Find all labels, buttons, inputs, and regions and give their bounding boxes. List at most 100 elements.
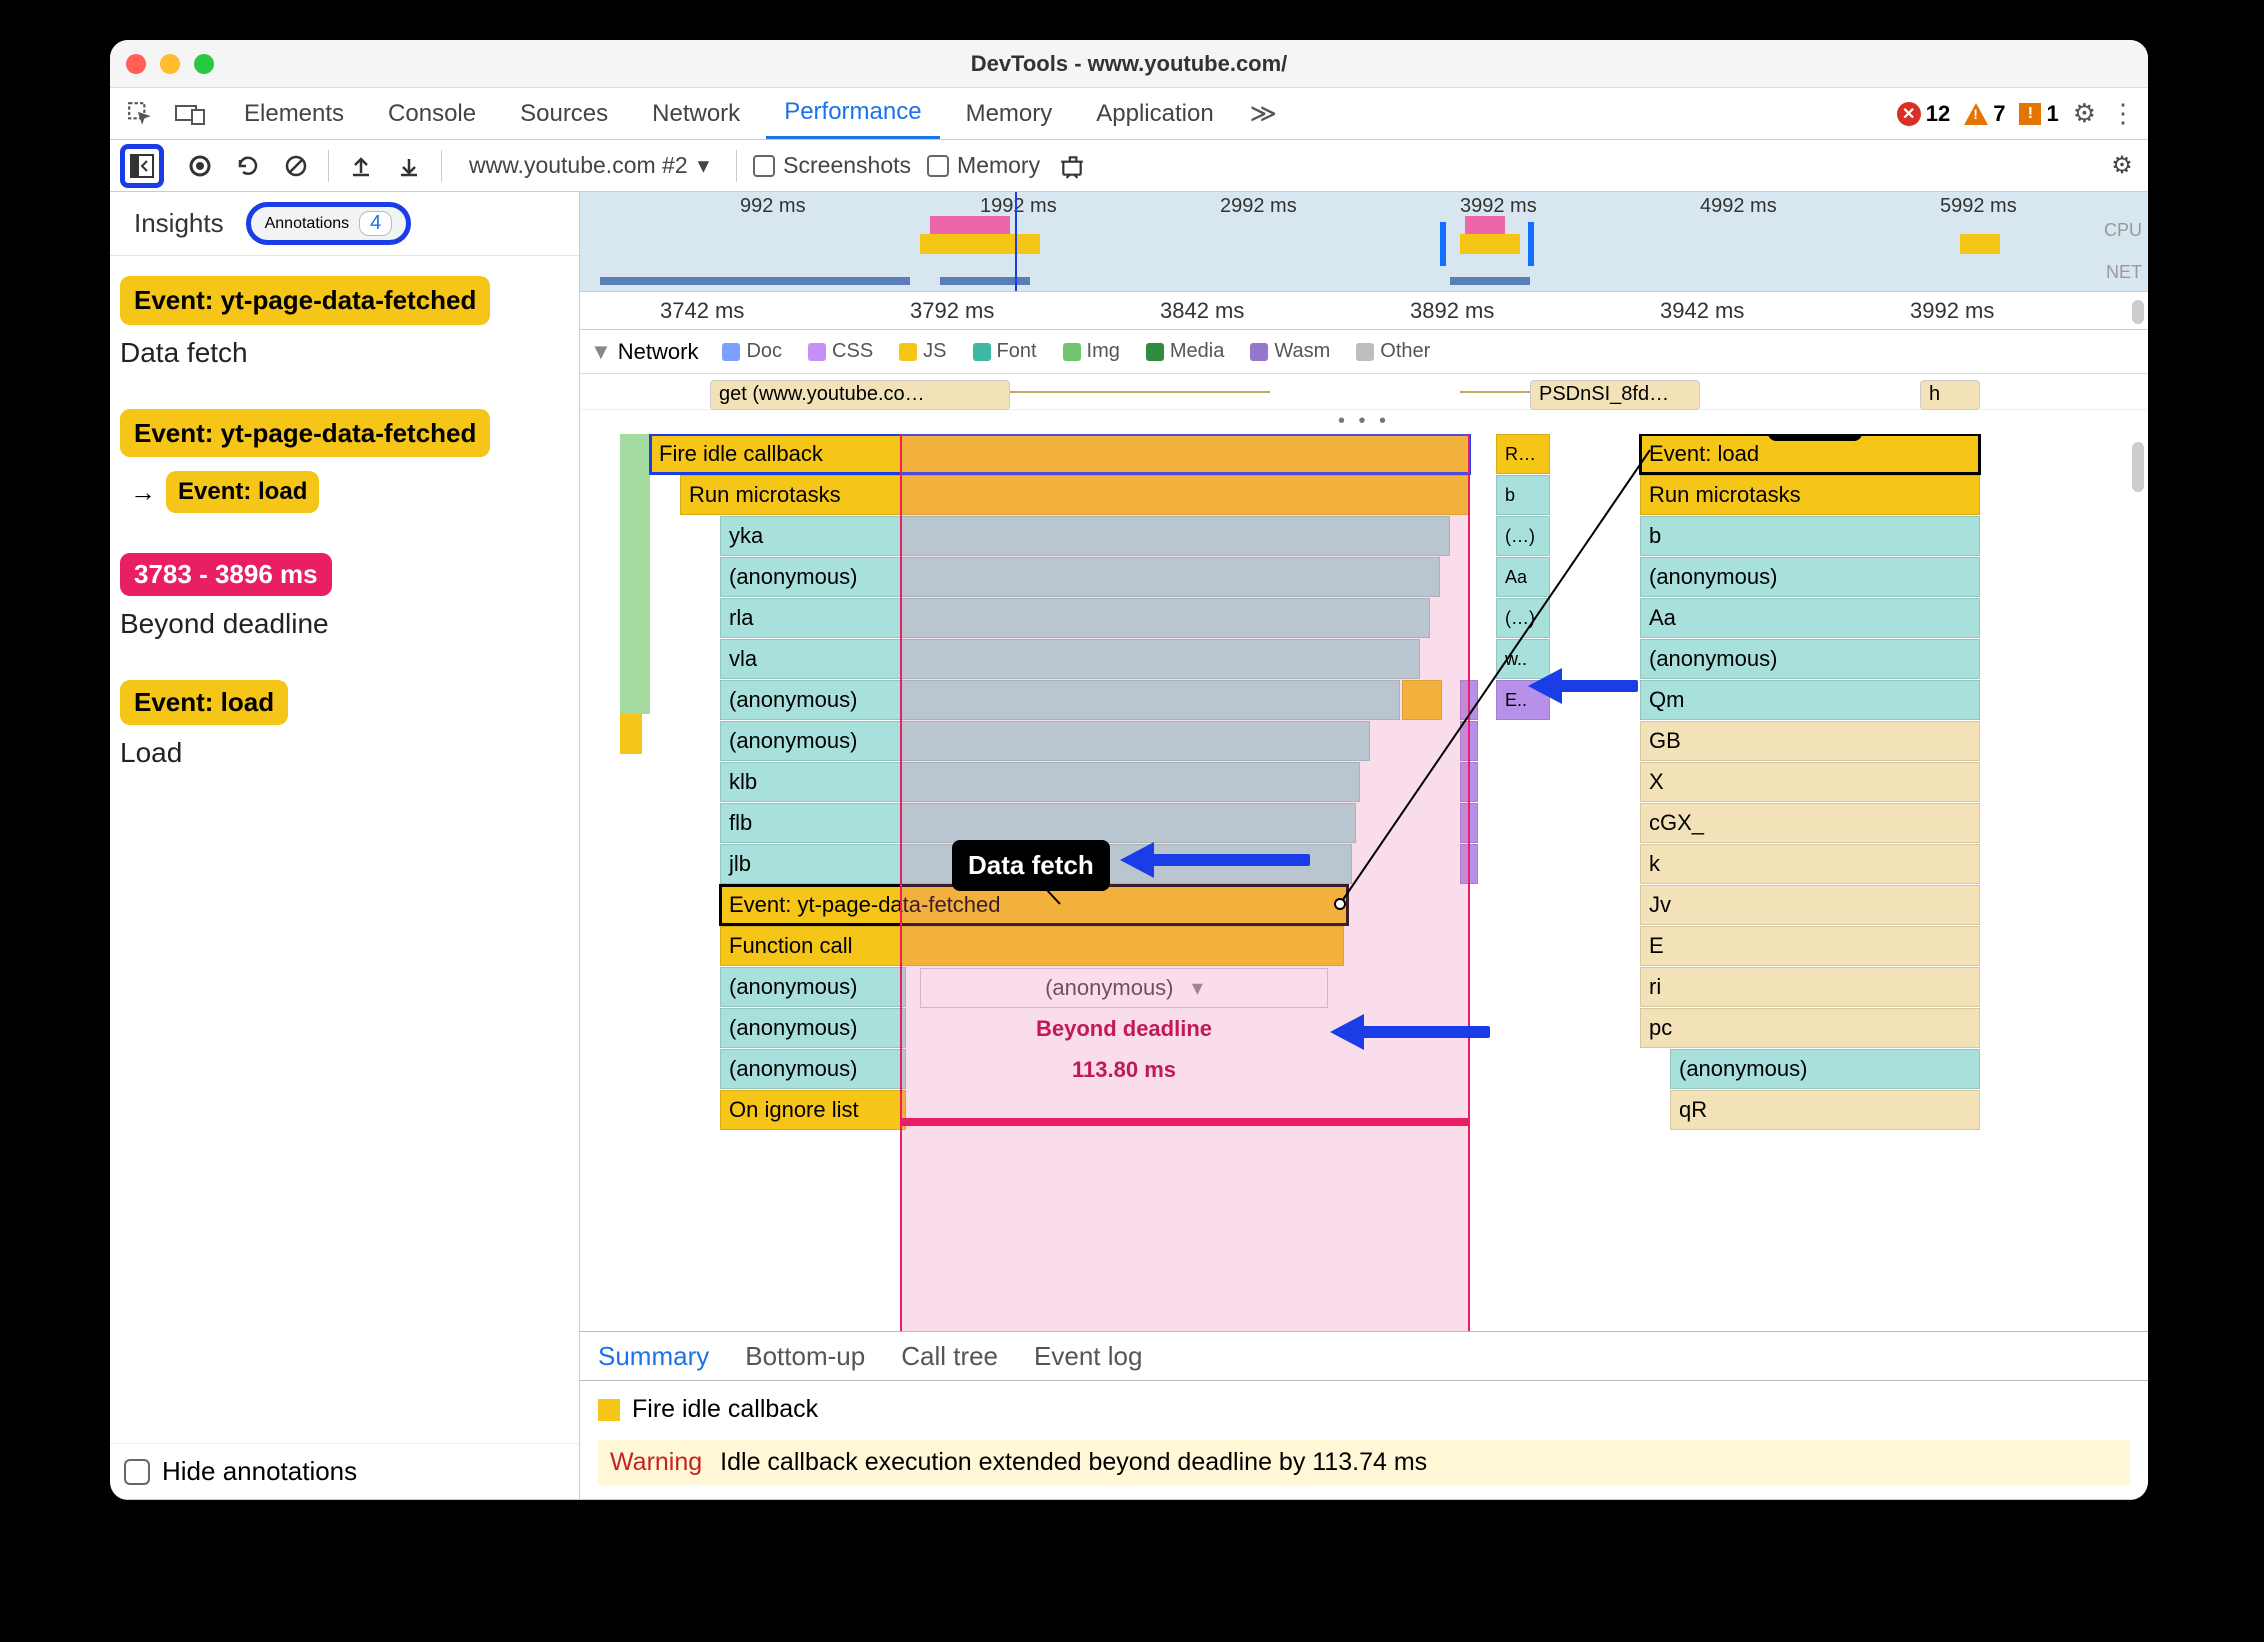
tab-network[interactable]: Network <box>634 88 758 139</box>
network-legend[interactable]: Wasm <box>1250 340 1330 363</box>
legend-swatch <box>973 343 991 361</box>
traffic-lights <box>126 54 214 74</box>
reload-record-icon[interactable] <box>232 150 264 182</box>
pointer-arrow-icon <box>1150 854 1310 866</box>
toggle-sidebar-button[interactable] <box>120 144 164 188</box>
network-legend[interactable]: CSS <box>808 340 873 363</box>
timeline-overview[interactable]: 992 ms 1992 ms 2992 ms 3992 ms 4992 ms 5… <box>580 192 2148 292</box>
hide-annotations-checkbox[interactable]: Hide annotations <box>110 1443 579 1499</box>
record-icon[interactable] <box>184 150 216 182</box>
pointer-arrow-icon <box>1558 680 1638 692</box>
overview-handle-right[interactable] <box>1528 222 1534 266</box>
errors-badge[interactable]: ✕ 12 <box>1897 101 1950 127</box>
network-request[interactable]: get (www.youtube.co… <box>710 380 1010 410</box>
flame-bar[interactable]: klb <box>720 762 1360 802</box>
more-tabs-icon[interactable]: ≫ <box>1240 98 1287 129</box>
profile-select[interactable]: www.youtube.com #2 ▾ <box>458 149 720 182</box>
tab-application[interactable]: Application <box>1078 88 1231 139</box>
overview-tick: 1992 ms <box>980 195 1057 218</box>
flame-bar[interactable] <box>1460 680 1478 720</box>
flame-bar[interactable] <box>1460 721 1478 761</box>
flame-bar[interactable]: yka <box>720 516 1450 556</box>
network-legend[interactable]: Font <box>973 340 1037 363</box>
tab-call-tree[interactable]: Call tree <box>901 1341 998 1372</box>
network-legend[interactable]: Other <box>1356 340 1430 363</box>
flame-bar[interactable] <box>1460 844 1478 884</box>
upload-profile-icon[interactable] <box>345 150 377 182</box>
flame-bar[interactable]: (anonymous) <box>720 1049 906 1089</box>
annotation-chip: Event: yt-page-data-fetched <box>120 409 490 458</box>
tab-sources[interactable]: Sources <box>502 88 626 139</box>
collect-garbage-icon[interactable] <box>1056 150 1088 182</box>
network-requests-row[interactable]: get (www.youtube.co… PSDnSI_8fd… h <box>580 374 2148 410</box>
flame-bar[interactable]: (anonymous) <box>720 1008 906 1048</box>
legend-swatch <box>1356 343 1374 361</box>
content-split: Insights Annotations 4 Event: yt-page-da… <box>110 192 2148 1500</box>
flame-bar[interactable]: vla <box>720 639 1420 679</box>
flame-bar[interactable]: Fire idle callback <box>650 434 1470 474</box>
flame-bar[interactable]: Function call <box>720 926 1344 966</box>
flame-bar[interactable]: (anonymous) ▾ <box>920 968 1328 1008</box>
annotations-list: Event: yt-page-data-fetched Data fetch E… <box>110 256 579 1443</box>
flame-bar[interactable]: Event: yt-page-data-fetched <box>720 885 1348 925</box>
annotation-link: → Event: load <box>130 471 569 513</box>
tab-console[interactable]: Console <box>370 88 494 139</box>
flame-bar[interactable]: (anonymous) <box>720 721 1370 761</box>
tab-bottom-up[interactable]: Bottom-up <box>745 1341 865 1372</box>
tab-memory[interactable]: Memory <box>948 88 1071 139</box>
network-request[interactable]: h <box>1920 380 1980 410</box>
overview-handle-left[interactable] <box>1440 222 1446 266</box>
flame-bar[interactable]: Run microtasks <box>680 475 1470 515</box>
flame-chart[interactable]: R…b(…)Aa(…)w..E.. Event: loadRun microta… <box>580 434 2148 1331</box>
network-track-header[interactable]: ▼ Network DocCSSJSFontImgMediaWasmOther <box>580 330 2148 374</box>
timeline-ruler[interactable]: 3742 ms 3792 ms 3842 ms 3892 ms 3942 ms … <box>580 292 2148 330</box>
inspect-element-icon[interactable] <box>122 96 158 132</box>
flame-bar[interactable] <box>1460 803 1478 843</box>
overview-tick: 2992 ms <box>1220 195 1297 218</box>
annotation-item[interactable]: Event: load Load <box>120 680 569 769</box>
tab-performance[interactable]: Performance <box>766 88 939 139</box>
event-color-swatch <box>598 1399 620 1421</box>
kebab-menu-icon[interactable]: ⋮ <box>2110 98 2136 129</box>
collapsed-rows-icon[interactable]: • • • <box>580 410 2148 434</box>
flame-bar[interactable] <box>1402 680 1442 720</box>
scrollbar-thumb[interactable] <box>2132 300 2144 324</box>
annotation-item[interactable]: Event: yt-page-data-fetched Data fetch <box>120 276 569 369</box>
tab-annotations[interactable]: Annotations 4 <box>246 202 412 245</box>
warnings-badge[interactable]: 7 <box>1964 101 2005 127</box>
annotation-item[interactable]: Event: yt-page-data-fetched → Event: loa… <box>120 409 569 514</box>
annotation-item[interactable]: 3783 - 3896 ms Beyond deadline <box>120 553 569 640</box>
flame-bar[interactable]: (anonymous) <box>720 967 906 1007</box>
flame-bar[interactable]: (anonymous) <box>720 680 1400 720</box>
flame-bar[interactable]: On ignore list <box>720 1090 906 1130</box>
flame-bar[interactable]: (anonymous) <box>720 557 1440 597</box>
memory-checkbox[interactable]: Memory <box>927 152 1040 179</box>
flame-bar[interactable]: rla <box>720 598 1430 638</box>
annotation-tooltip-data-fetch: Data fetch <box>952 840 1110 891</box>
flame-bar[interactable]: flb <box>720 803 1356 843</box>
flame-bar[interactable] <box>1460 762 1478 802</box>
network-legend[interactable]: JS <box>899 340 946 363</box>
annotation-label: Data fetch <box>120 337 569 369</box>
network-request[interactable]: PSDnSI_8fd… <box>1530 380 1700 410</box>
screenshots-checkbox[interactable]: Screenshots <box>753 152 911 179</box>
minimize-window-icon[interactable] <box>160 54 180 74</box>
details-tabs: Summary Bottom-up Call tree Event log <box>580 1331 2148 1381</box>
download-profile-icon[interactable] <box>393 150 425 182</box>
network-legend[interactable]: Img <box>1063 340 1120 363</box>
close-window-icon[interactable] <box>126 54 146 74</box>
settings-icon[interactable]: ⚙ <box>2073 98 2096 129</box>
sidebar-tabs: Insights Annotations 4 <box>110 192 579 256</box>
tab-event-log[interactable]: Event log <box>1034 1341 1142 1372</box>
device-toggle-icon[interactable] <box>172 96 208 132</box>
issues-badge[interactable]: ! 1 <box>2019 101 2058 127</box>
tab-insights[interactable]: Insights <box>124 204 234 243</box>
clear-icon[interactable] <box>280 150 312 182</box>
zoom-window-icon[interactable] <box>194 54 214 74</box>
capture-settings-icon[interactable]: ⚙ <box>2106 150 2138 182</box>
pointer-arrow-icon <box>1360 1026 1490 1038</box>
network-legend[interactable]: Doc <box>722 340 782 363</box>
tab-elements[interactable]: Elements <box>226 88 362 139</box>
network-legend[interactable]: Media <box>1146 340 1224 363</box>
tab-summary[interactable]: Summary <box>598 1341 709 1372</box>
